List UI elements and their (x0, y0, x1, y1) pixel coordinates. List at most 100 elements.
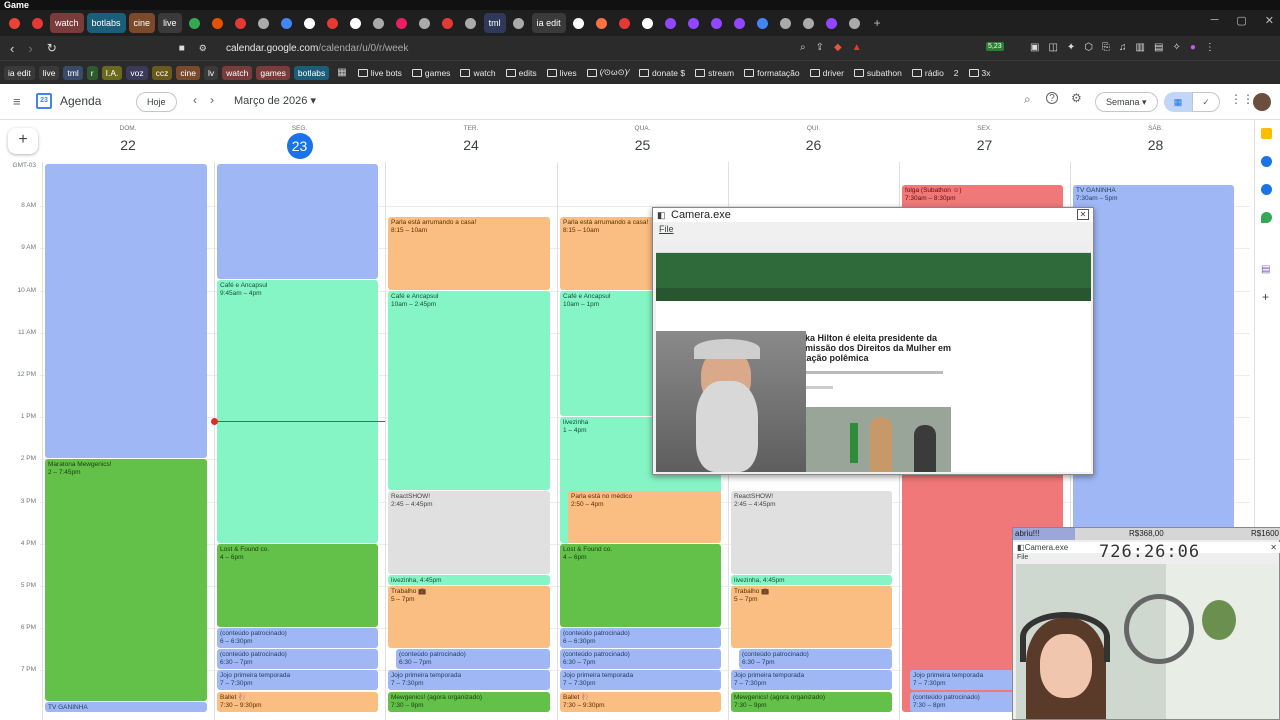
day-number[interactable]: 24 (441, 137, 501, 153)
goal-label: abriu!!! (1015, 529, 1040, 538)
calendar-event[interactable]: Ballet 🩰 7:30 – 9:30pm (560, 691, 721, 712)
calendar-event[interactable]: Lost & Found co. 4 – 6pm (560, 543, 721, 628)
calendar-event[interactable]: Jojo primeira temporada 7 – 7:30pm (560, 670, 721, 691)
event-time: 5 – 7pm (391, 596, 415, 603)
calendar-event[interactable]: Maratona Mewgenics! 2 – 7:45pm (45, 459, 207, 702)
calendar-event[interactable]: Trabalho 💼 5 – 7pm (731, 586, 892, 649)
calendar-event[interactable]: Parla está arrumando a casa! 8:15 – 10am (388, 216, 550, 290)
calendar-event[interactable]: ReactSHOW! 2:45 – 4:45pm (731, 491, 892, 575)
camera-menu-bar: File (653, 222, 1093, 236)
stream-camera-close-button[interactable]: ✕ (1270, 543, 1277, 552)
addon-icon[interactable]: ▤ (1261, 264, 1270, 275)
calendar-event[interactable]: (conteúdo patrocinado) 6:30 – 7pm (396, 649, 550, 670)
event-time: 2:50 – 4pm (571, 501, 604, 509)
camera-window[interactable]: Camera.exe ◧ ✕ File Erika Hilton é eleit… (652, 207, 1094, 475)
day-number[interactable]: 25 (613, 137, 673, 153)
event-title: Parla está no médico (571, 493, 633, 501)
flag-shape (850, 423, 858, 463)
event-title: Mewgenics! (agora organizado) (391, 693, 483, 701)
event-time: 4 – 6pm (563, 553, 587, 561)
calendar-event[interactable]: TV GANINHA (45, 702, 207, 712)
calendar-event[interactable] (45, 164, 207, 459)
article-browser-bar (656, 241, 1091, 253)
webcam-person (656, 331, 806, 472)
event-time: 6:30 – 7pm (563, 659, 596, 667)
event-time: 6 – 6:30pm (563, 638, 596, 646)
event-title: (conteúdo patrocinado) (563, 651, 630, 659)
day-of-week-label: QUA. (634, 125, 651, 132)
event-title: TV GANINHA (1076, 187, 1116, 195)
event-time: 2:45 – 4:45pm (734, 501, 776, 509)
hour-label: 7 PM (20, 666, 36, 674)
calendar-event[interactable]: Parla está no médico 2:50 – 4pm (568, 491, 721, 543)
day-of-week-label: SEG. (291, 125, 308, 132)
event-title: Ballet 🩰 (563, 693, 590, 701)
day-of-week-label: TER. (463, 125, 479, 132)
hour-label: 10 AM (17, 286, 36, 294)
camera-close-button[interactable]: ✕ (1077, 209, 1089, 220)
hour-label: 4 PM (20, 539, 36, 547)
calendar-event[interactable]: Mewgenics! (agora organizado) 7:30 – 9pm (388, 691, 550, 712)
event-title: Parla está arrumando a casa! (391, 218, 477, 226)
camera-file-menu[interactable]: File (659, 224, 674, 234)
add-addon-icon[interactable]: + (1262, 290, 1269, 304)
event-time: 6:30 – 7pm (399, 659, 432, 667)
event-time: 2 – 7:45pm (48, 469, 81, 477)
day-number[interactable]: 28 (1126, 137, 1186, 153)
event-title: Lost & Found co. (220, 545, 270, 553)
event-title: Mewgenics! (agora organizado) (734, 693, 826, 701)
calendar-event[interactable]: livezinha, 4:45pm (388, 575, 550, 585)
keep-icon[interactable] (1261, 128, 1272, 139)
article-nav-bar (656, 288, 1091, 301)
contacts-icon[interactable] (1261, 184, 1272, 195)
day-number[interactable]: 26 (784, 137, 844, 153)
day-of-week-label: DOM. (119, 125, 137, 132)
calendar-event[interactable]: Jojo primeira temporada 7 – 7:30pm (388, 670, 550, 691)
event-time: 7 – 7:30pm (220, 680, 253, 688)
calendar-event[interactable]: livezinha, 4:45pm (731, 575, 892, 585)
day-number[interactable]: 22 (98, 137, 158, 153)
calendar-event[interactable]: Jojo primeira temporada 7 – 7:30pm (731, 670, 892, 691)
calendar-event[interactable]: Trabalho 💼 5 – 7pm (388, 586, 550, 649)
event-time: 7:30 – 9pm (734, 701, 767, 709)
hour-label: 6 PM (20, 624, 36, 632)
day-number[interactable]: 27 (955, 137, 1015, 153)
calendar-event[interactable]: Jojo primeira temporada 7 – 7:30pm (217, 670, 378, 691)
stream-webcam-view (1016, 564, 1278, 719)
event-title: Trabalho 💼 (391, 588, 427, 595)
calendar-event[interactable] (217, 164, 378, 280)
stream-timer: 726:26:06 (1099, 542, 1201, 562)
calendar-event[interactable]: ReactSHOW! 2:45 – 4:45pm (388, 491, 550, 575)
calendar-event[interactable]: Café e Ancapsul 9:45am – 4pm (217, 280, 378, 543)
event-title: Café e Ancapsul (220, 282, 268, 290)
calendar-event[interactable]: Café e Ancapsul 10am – 2:45pm (388, 290, 550, 491)
calendar-event[interactable]: Mewgenics! (agora organizado) 7:30 – 9pm (731, 691, 892, 712)
beard-shape (696, 381, 758, 472)
maps-icon[interactable] (1261, 212, 1272, 223)
event-time: 8:15 – 10am (391, 226, 428, 234)
calendar-event[interactable]: (conteúdo patrocinado) 6:30 – 7pm (560, 649, 721, 670)
event-time: 6 – 6:30pm (220, 638, 253, 646)
event-title: Café e Ancapsul (391, 292, 439, 300)
event-time: 7 – 7:30pm (563, 680, 596, 688)
calendar-event[interactable]: (conteúdo patrocinado) 6:30 – 7pm (217, 649, 378, 670)
calendar-event[interactable]: Lost & Found co. 4 – 6pm (217, 543, 378, 628)
article-photo (806, 407, 951, 472)
hour-label: 11 AM (18, 328, 36, 336)
tasks-icon[interactable] (1261, 156, 1272, 167)
event-title: Ballet 🩰 (220, 693, 247, 701)
screen: Game watch botlabs cine live tml ia edit + ─ ▢… (0, 0, 1280, 720)
event-title: Jojo primeira temporada (220, 672, 291, 680)
event-time: 4 – 6pm (220, 553, 244, 561)
stream-file-menu[interactable]: File (1017, 554, 1028, 561)
calendar-event[interactable]: (conteúdo patrocinado) 6:30 – 7pm (739, 649, 892, 670)
camera-window-icon: ◧ (657, 210, 666, 220)
day-number[interactable]: 23 (286, 133, 313, 159)
hour-label: 1 PM (20, 413, 36, 421)
event-title: (conteúdo patrocinado) (742, 651, 809, 659)
event-title: livezinha, 4:45pm (734, 577, 785, 585)
calendar-event[interactable]: (conteúdo patrocinado) 6 – 6:30pm (560, 628, 721, 649)
hour-label: 3 PM (20, 497, 36, 505)
calendar-event[interactable]: Ballet 🩰 7:30 – 9:30pm (217, 691, 378, 712)
calendar-event[interactable]: (conteúdo patrocinado) 6 – 6:30pm (217, 628, 378, 649)
